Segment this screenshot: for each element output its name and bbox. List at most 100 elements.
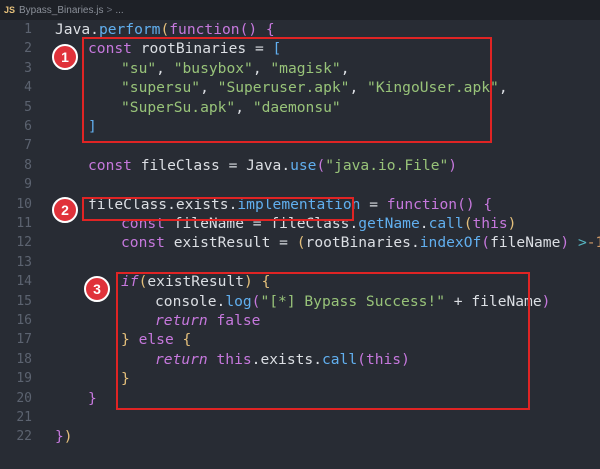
code-token: } [88, 389, 97, 407]
code-token: () [457, 195, 475, 213]
code-token: const [121, 234, 174, 252]
code-token: , [340, 59, 350, 77]
code-token: "magisk" [270, 59, 341, 77]
code-line-10: fileClass.exists.implementation = functi… [88, 195, 492, 214]
editor-tab[interactable]: JS Bypass_Binaries.js > ... [0, 0, 600, 20]
code-token: . [90, 21, 99, 38]
code-token: { [257, 21, 275, 38]
code-token: exists [260, 350, 314, 368]
line-number: 6 [24, 119, 32, 134]
tab-file-name: Bypass_Binaries.js [19, 4, 104, 16]
code-token: implementation [237, 195, 361, 213]
code-token: } [121, 370, 130, 388]
code-token: return [155, 312, 217, 329]
code-line-6: ] [88, 117, 97, 136]
code-token: { [182, 331, 192, 349]
code-token: -1 [586, 234, 600, 252]
line-number: 10 [16, 196, 32, 212]
code-editor[interactable]: 1 2 3 4 5 6 7 8 9 10 11 12 13 14 15 16 1… [0, 20, 600, 469]
code-line-12: const existResult = (rootBinaries.indexO… [121, 233, 600, 252]
code-token: call [428, 215, 464, 232]
code-token: const [121, 215, 174, 232]
code-token: "supersu" [121, 79, 201, 97]
code-token: ( [316, 156, 326, 174]
code-token: "busybox" [173, 59, 253, 77]
code-token: fileClass [88, 195, 168, 213]
code-token: , [200, 79, 218, 97]
code-token: , [235, 98, 253, 116]
code-token: exists [175, 195, 229, 213]
code-token: "KingoUser.apk" [367, 79, 499, 97]
code-line-17: } else { [121, 330, 191, 349]
code-token: } [121, 331, 130, 349]
code-token: . [216, 292, 226, 310]
code-token: call [321, 350, 358, 368]
code-token: "daemonsu" [252, 98, 341, 116]
code-token: , [349, 79, 368, 97]
code-token: = [270, 234, 297, 252]
code-token: = [219, 156, 247, 174]
code-line-16: return false [155, 311, 260, 330]
code-token: , [156, 59, 174, 77]
code-token: const [88, 40, 141, 58]
code-token: "SuperSu.apk" [121, 98, 236, 116]
code-token: "Superuser.apk" [217, 79, 350, 97]
code-token: . [313, 350, 322, 368]
code-token: . [349, 215, 359, 232]
code-line-4: "supersu", "Superuser.apk", "KingoUser.a… [121, 78, 508, 97]
code-token: { [252, 273, 271, 291]
line-number: 14 [16, 274, 32, 290]
line-number: 11 [16, 216, 32, 231]
line-number: 7 [24, 138, 32, 154]
line-number: 5 [24, 99, 32, 115]
code-token: log [225, 292, 252, 310]
code-token: if [121, 273, 139, 291]
code-token: ) [401, 350, 410, 368]
code-token: ( [160, 21, 170, 38]
code-line-20: } [88, 389, 97, 408]
line-number: 9 [24, 177, 32, 193]
code-token: console [155, 292, 217, 310]
code-token: , [252, 59, 271, 77]
code-token: indexOf [419, 234, 482, 252]
code-token: = [360, 195, 387, 213]
callout-badge-3: 3 [84, 276, 110, 302]
code-token: { [474, 195, 493, 213]
code-token: ) [541, 292, 551, 310]
code-token: use [290, 156, 317, 174]
code-line-18: return this.exists.call(this) [155, 350, 410, 369]
code-token: this [472, 215, 508, 232]
code-token: "[*] Bypass Success!" [260, 292, 445, 310]
line-number: 18 [16, 351, 32, 367]
line-number: 21 [16, 410, 32, 425]
line-number: 13 [16, 254, 32, 270]
code-line-11: const fileName = fileClass.getName.call(… [121, 214, 516, 233]
code-token: fileClass [140, 156, 220, 174]
code-token: existResult [147, 273, 245, 291]
line-number: 3 [24, 60, 32, 76]
code-token: . [419, 215, 429, 232]
code-token: ( [357, 350, 366, 368]
code-token: > [569, 234, 587, 252]
line-number: 8 [24, 157, 32, 173]
code-token: ) [507, 215, 517, 232]
line-number: 17 [16, 332, 32, 348]
code-token: } [55, 428, 64, 446]
code-token: . [410, 234, 420, 252]
line-number: 16 [16, 313, 32, 328]
code-token: fileName [490, 234, 561, 252]
code-token: this [216, 350, 252, 368]
code-token: perform [98, 21, 161, 38]
line-number: 2 [24, 41, 32, 57]
callout-badge-2: 2 [52, 197, 78, 223]
code-line-22: }) [55, 427, 73, 446]
code-token: "java.io.File" [325, 156, 449, 174]
callout-badge-1: 1 [52, 44, 78, 70]
code-token: return [155, 350, 217, 368]
code-token: ) [448, 156, 458, 174]
code-token: else [129, 331, 183, 349]
line-number: 19 [16, 371, 32, 387]
code-token: rootBinaries [140, 40, 247, 58]
line-number: 15 [16, 293, 32, 309]
code-token: ) [560, 234, 570, 252]
